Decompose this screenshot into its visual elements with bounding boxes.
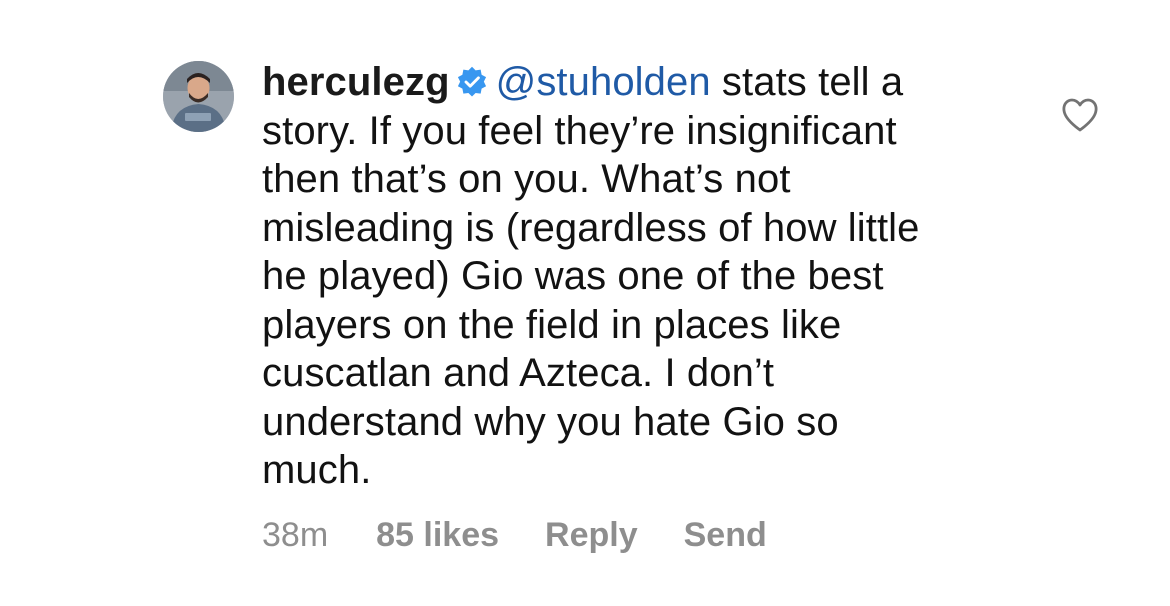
username-link[interactable]: herculezg — [262, 60, 450, 104]
mention-link[interactable]: @stuholden — [496, 60, 711, 104]
comment-item: herculezg @stuholden stats tell a story.… — [0, 0, 1170, 606]
comment-line-8: understand why you hate Gio so — [262, 399, 839, 444]
verified-badge-icon — [457, 66, 486, 97]
comment-line-7: cuscatlan and Azteca. I don’t — [262, 351, 775, 395]
likes-count-button[interactable]: 85 likes — [376, 516, 499, 555]
profile-avatar-image — [163, 61, 234, 132]
comment-time: 38m — [262, 516, 329, 554]
comment-line-9: much. — [262, 448, 372, 492]
comment-line-2: story. If you feel they’re insignificant — [262, 108, 897, 153]
comment-line-6: players on the field in places like — [262, 302, 842, 347]
comment-line-4: misleading is (regardless of how little — [262, 205, 920, 250]
send-button[interactable]: Send — [684, 516, 767, 555]
avatar[interactable] — [163, 61, 234, 132]
comment-line-5: he played) Gio was one of the best — [262, 254, 884, 298]
reply-button[interactable]: Reply — [545, 516, 638, 555]
comment-footer: 38m 85 likes Reply Send — [262, 516, 813, 555]
heart-outline-icon[interactable] — [1061, 97, 1099, 133]
comment-line-1: herculezg @stuholden stats tell a — [262, 58, 1022, 107]
comment-text: herculezg @stuholden stats tell a story.… — [262, 58, 1022, 495]
comment-text-start: stats tell a — [710, 60, 904, 104]
comment-line-3: then that’s on you. What’s not — [262, 157, 791, 201]
